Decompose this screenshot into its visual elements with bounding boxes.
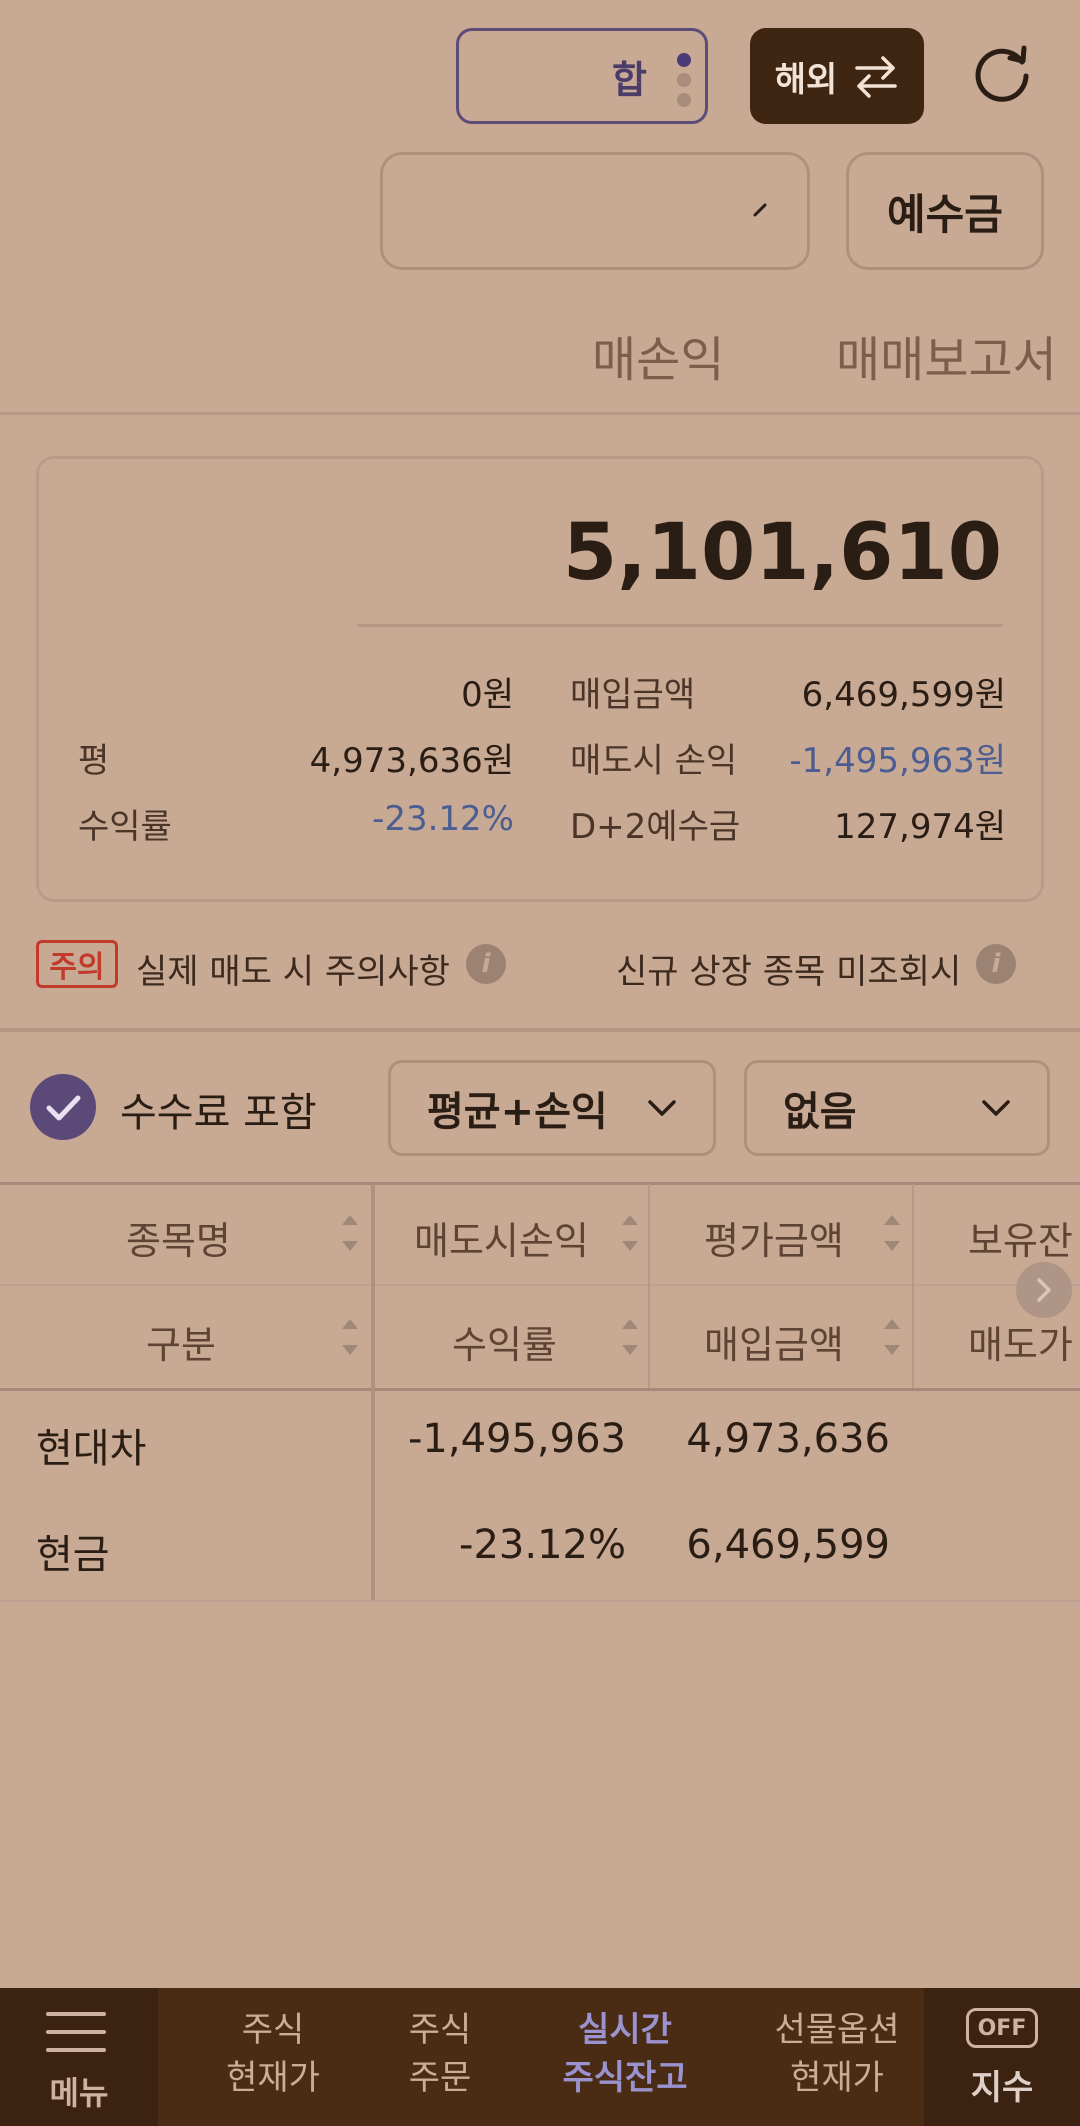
tabs-divider (0, 412, 1080, 415)
menu-label: 메뉴 (49, 2074, 109, 2112)
sort-icon[interactable] (340, 1211, 360, 1255)
nav-futures-quote[interactable]: 선물옵션 현재가 (756, 2006, 918, 2102)
tab-label: 매손익 (592, 332, 725, 388)
summary-left-label-2: 평 (78, 741, 110, 781)
nav-stock-order[interactable]: 주식 주문 (380, 2006, 500, 2102)
deposit-button[interactable]: 예수금 (846, 152, 1044, 270)
column-divider (648, 1184, 650, 1388)
nav-label-line1: 실시간 (578, 2010, 672, 2050)
header-category[interactable]: 구분 (146, 1314, 216, 1369)
option-value: 없음 (783, 1089, 857, 1135)
card-divider (358, 624, 1002, 627)
row-sell-pnl: -1,495,963 (407, 1416, 626, 1462)
summary-d2-deposit-label: D+2예수금 (570, 807, 741, 847)
nav-label-line2: 현재가 (790, 2058, 884, 2098)
sort-icon[interactable] (620, 1315, 640, 1359)
sort-icon[interactable] (882, 1211, 902, 1255)
nav-realtime-balance[interactable]: 실시간 주식잔고 (540, 2006, 710, 2102)
column-divider (912, 1184, 914, 1388)
row-purchase-amount: 6,469,599 (686, 1522, 890, 1568)
sell-caution-link[interactable]: 실제 매도 시 주의사항 (136, 944, 450, 993)
index-label: 지수 (970, 2068, 1034, 2108)
nav-label-line2: 주식잔고 (562, 2058, 688, 2098)
chevron-down-icon (982, 1100, 1010, 1116)
calc-mode-value: 평균+손익 (427, 1089, 608, 1135)
mode-dots-indicator (677, 53, 691, 113)
menu-button[interactable]: 메뉴 (0, 1988, 158, 2126)
chevron-down-icon (648, 1100, 676, 1116)
summary-purchase-label: 매입금액 (570, 675, 696, 715)
header-eval-amount[interactable]: 평가금액 (704, 1210, 844, 1265)
header-holding-qty[interactable]: 보유잔 (968, 1210, 1073, 1265)
summary-sell-pnl-label: 매도시 손익 (570, 741, 738, 781)
header-purchase-amount[interactable]: 매입금액 (704, 1314, 844, 1369)
fee-include-label: 수수료 포함 (120, 1090, 317, 1136)
swap-arrows-icon (855, 56, 898, 98)
summary-d2-deposit-value: 127,974원 (834, 807, 1006, 847)
caution-badge-text: 주의 (49, 950, 105, 985)
header-sell-price[interactable]: 매도가 (968, 1314, 1073, 1369)
fee-include-checkbox[interactable] (30, 1074, 96, 1140)
nav-label-line1: 주식 (408, 2010, 472, 2050)
summary-sell-pnl-value: -1,495,963원 (789, 741, 1006, 781)
nav-label-line1: 선물옵션 (774, 2010, 900, 2050)
off-badge-text: OFF (977, 2015, 1027, 2041)
row-stock-name[interactable]: 현금 (36, 1522, 110, 1580)
info-icon[interactable]: i (466, 944, 506, 984)
chevron-down-icon (753, 203, 767, 217)
summary-purchase-value: 6,469,599원 (801, 675, 1006, 715)
overseas-switch-button[interactable]: 해외 (750, 28, 924, 124)
frozen-column-divider (371, 1184, 375, 1600)
summary-left-value-1: 0원 (461, 675, 514, 715)
refresh-icon[interactable] (970, 42, 1034, 106)
tab-label: 매매보고서 (836, 332, 1057, 388)
check-icon (46, 1095, 81, 1121)
sort-icon[interactable] (882, 1315, 902, 1359)
deposit-label: 예수금 (887, 189, 1003, 239)
tab-trade-report[interactable]: 매매보고서 (836, 320, 1057, 390)
scroll-right-button[interactable] (1016, 1262, 1072, 1318)
table-top-border (0, 1182, 1080, 1185)
table-bottom-border (0, 1600, 1080, 1602)
row-eval-amount: 4,973,636 (686, 1416, 890, 1462)
hamburger-menu-icon (46, 2012, 106, 2052)
sort-icon[interactable] (620, 1211, 640, 1255)
index-toggle[interactable]: OFF 지수 (924, 1988, 1080, 2126)
row-stock-name[interactable]: 현대차 (36, 1416, 146, 1474)
off-badge: OFF (966, 2008, 1038, 2048)
option-select[interactable]: 없음 (744, 1060, 1050, 1156)
header-stock-name[interactable]: 종목명 (126, 1210, 231, 1265)
header-return-rate[interactable]: 수익률 (452, 1314, 557, 1369)
overseas-label: 해외 (774, 59, 838, 100)
account-select[interactable] (380, 152, 810, 270)
calc-mode-select[interactable]: 평균+손익 (388, 1060, 716, 1156)
table-header-bottom-border (0, 1388, 1080, 1391)
summary-return-rate-value: -23.12% (372, 799, 514, 839)
new-listing-link[interactable]: 신규 상장 종목 미조회시 (616, 944, 961, 993)
sort-icon[interactable] (340, 1315, 360, 1359)
summary-return-rate-label: 수익률 (78, 807, 172, 847)
info-icon[interactable]: i (976, 944, 1016, 984)
row-return-rate: -23.12% (459, 1522, 626, 1568)
tab-trade-pnl[interactable]: 매손익 (592, 320, 724, 390)
nav-label-line2: 주문 (408, 2058, 472, 2098)
total-evaluation-value: 5,101,610 (562, 508, 1002, 598)
account-mode-toggle[interactable]: 합 (456, 28, 708, 124)
chevron-right-icon (1037, 1278, 1051, 1302)
account-mode-label: 합 (612, 57, 647, 102)
table-header-divider (0, 1284, 1080, 1286)
nav-stock-quote[interactable]: 주식 현재가 (208, 2006, 338, 2102)
header-sell-pnl[interactable]: 매도시손익 (414, 1210, 589, 1265)
nav-label-line2: 현재가 (226, 2058, 320, 2098)
section-divider (0, 1028, 1080, 1032)
summary-left-value-2: 4,973,636원 (309, 741, 514, 781)
caution-badge: 주의 (36, 940, 118, 988)
nav-label-line1: 주식 (241, 2010, 305, 2050)
